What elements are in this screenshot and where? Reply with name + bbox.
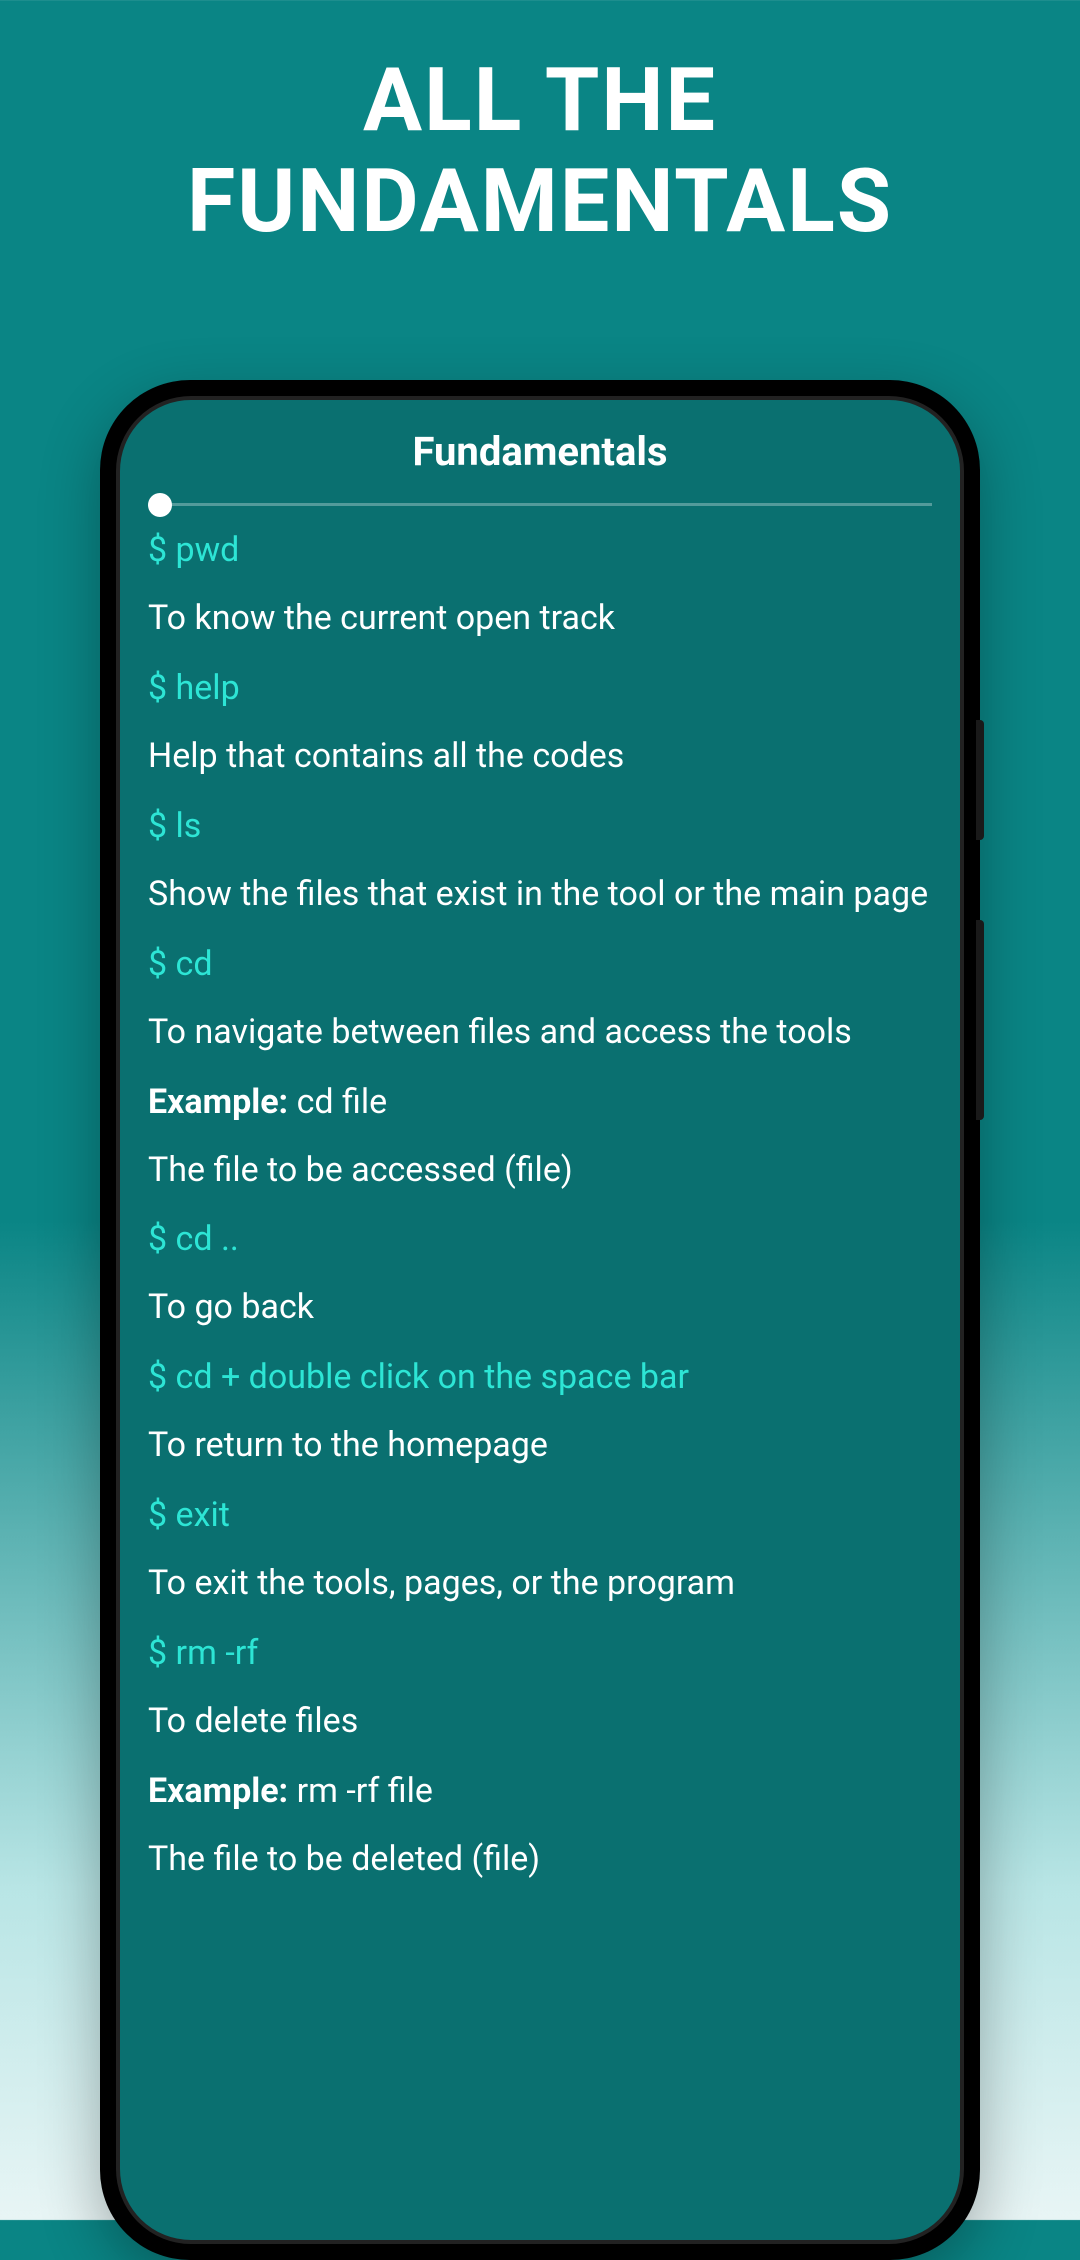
- command-line: $ cd: [148, 944, 932, 984]
- command-line: $ cd + double click on the space bar: [148, 1357, 932, 1397]
- phone-side-button-2: [976, 920, 984, 1120]
- command-line: $ exit: [148, 1495, 932, 1535]
- example-line: Example: rm -rf file: [148, 1771, 932, 1811]
- command-line: $ cd ..: [148, 1219, 932, 1259]
- command-line: $ rm -rf: [148, 1633, 932, 1673]
- description-line: The file to be accessed (file): [148, 1148, 932, 1194]
- progress-slider[interactable]: [148, 503, 932, 506]
- phone-side-button-1: [976, 720, 984, 840]
- example-label: Example:: [148, 1082, 288, 1122]
- phone-frame: Fundamentals $ pwd To know the current op…: [100, 380, 980, 2260]
- description-line: To navigate between files and access the…: [148, 1010, 932, 1056]
- example-label: Example:: [148, 1771, 288, 1811]
- description-line: To return to the homepage: [148, 1423, 932, 1469]
- hero-line-2: FUNDAMENTALS: [0, 151, 1080, 252]
- example-value: rm -rf file: [288, 1771, 433, 1811]
- command-line: $ pwd: [148, 530, 932, 570]
- description-line: To exit the tools, pages, or the program: [148, 1561, 932, 1607]
- example-value: cd file: [288, 1082, 387, 1122]
- hero-line-1: ALL THE: [0, 50, 1080, 151]
- phone-screen: Fundamentals $ pwd To know the current op…: [116, 396, 964, 2244]
- description-line: To delete files: [148, 1699, 932, 1745]
- progress-thumb[interactable]: [148, 493, 172, 517]
- content-list[interactable]: $ pwd To know the current open track $ hel…: [148, 530, 932, 1883]
- description-line: The file to be deleted (file): [148, 1837, 932, 1883]
- hero-title: ALL THE FUNDAMENTALS: [0, 0, 1080, 282]
- example-line: Example: cd file: [148, 1082, 932, 1122]
- command-line: $ help: [148, 668, 932, 708]
- description-line: To go back: [148, 1285, 932, 1331]
- command-line: $ ls: [148, 806, 932, 846]
- description-line: Help that contains all the codes: [148, 734, 932, 780]
- description-line: To know the current open track: [148, 596, 932, 642]
- description-line: Show the files that exist in the tool or…: [148, 872, 932, 918]
- page-title: Fundamentals: [148, 428, 932, 475]
